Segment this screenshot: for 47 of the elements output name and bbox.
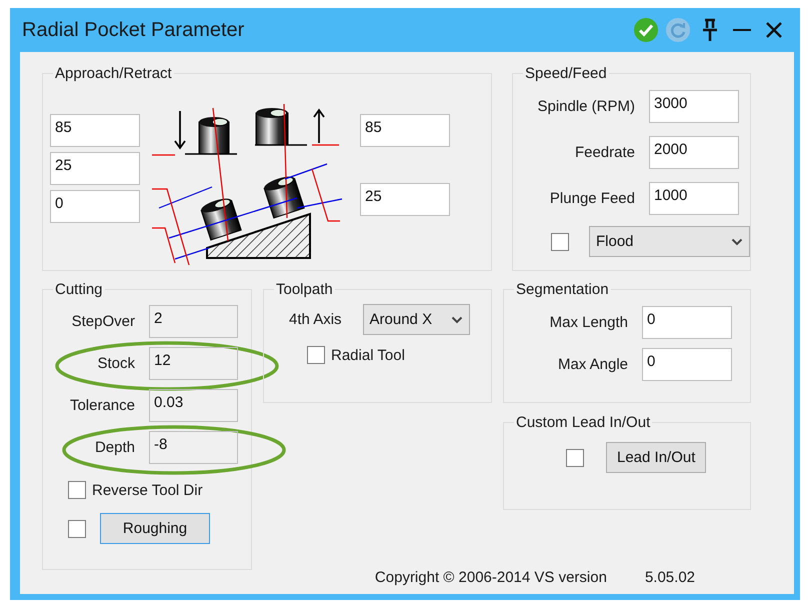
input-field[interactable]: 85 bbox=[360, 114, 450, 147]
roughing-button[interactable]: Roughing bbox=[100, 513, 210, 544]
group-title: Cutting bbox=[54, 281, 104, 298]
field-label: Max Angle bbox=[556, 356, 628, 373]
version-text: 5.05.02 bbox=[644, 569, 695, 586]
input-field[interactable]: 0 bbox=[642, 348, 732, 381]
group-title: Approach/Retract bbox=[54, 65, 173, 82]
field-label: Stock bbox=[96, 355, 135, 372]
checkbox-label: Radial Tool bbox=[331, 346, 405, 364]
confirm-icon[interactable] bbox=[632, 16, 660, 44]
group-title: Speed/Feed bbox=[524, 65, 608, 82]
window-title: Radial Pocket Parameter bbox=[21, 18, 244, 42]
checkbox[interactable] bbox=[68, 520, 86, 538]
field-label: Max Length bbox=[548, 314, 628, 331]
input-field[interactable]: 0 bbox=[642, 306, 732, 339]
copyright-text: Copyright © 2006-2014 VS version bbox=[374, 569, 607, 586]
checkbox[interactable] bbox=[307, 346, 325, 364]
field-label: 4th Axis bbox=[289, 311, 342, 328]
axis-dropdown[interactable]: Around X bbox=[362, 304, 470, 335]
field-label: StepOver bbox=[70, 313, 135, 330]
checkbox[interactable] bbox=[551, 232, 569, 250]
checkbox-label: Reverse Tool Dir bbox=[92, 482, 203, 498]
caret-icon bbox=[450, 316, 463, 324]
input-field[interactable]: -8 bbox=[149, 431, 238, 464]
input-field[interactable]: 3000 bbox=[649, 90, 739, 123]
field-label: Plunge Feed bbox=[548, 190, 635, 207]
group-title: Segmentation bbox=[515, 281, 610, 298]
input-field[interactable]: 1000 bbox=[649, 182, 739, 215]
field-label: Tolerance bbox=[68, 397, 135, 414]
input-field[interactable]: 2000 bbox=[649, 136, 739, 169]
input-field[interactable]: 0 bbox=[50, 190, 140, 223]
field-label: Feedrate bbox=[574, 144, 635, 161]
coolant-dropdown[interactable]: Flood bbox=[589, 226, 750, 257]
input-field[interactable]: 2 bbox=[149, 305, 238, 338]
input-field[interactable]: 25 bbox=[360, 183, 450, 216]
field-label: Spindle (RPM) bbox=[536, 98, 635, 115]
lead-in-out-button[interactable]: Lead In/Out bbox=[606, 442, 706, 473]
input-field[interactable]: 85 bbox=[50, 114, 140, 147]
field-label: Depth bbox=[94, 439, 135, 456]
caret-icon bbox=[731, 238, 743, 246]
input-field[interactable]: 25 bbox=[50, 152, 140, 185]
checkbox[interactable] bbox=[68, 481, 86, 499]
checkbox[interactable] bbox=[566, 448, 584, 466]
input-field[interactable]: 0.03 bbox=[149, 389, 238, 422]
group-title: Toolpath bbox=[275, 281, 334, 298]
group-title: Custom Lead In/Out bbox=[515, 414, 652, 431]
input-field[interactable]: 12 bbox=[149, 347, 238, 380]
